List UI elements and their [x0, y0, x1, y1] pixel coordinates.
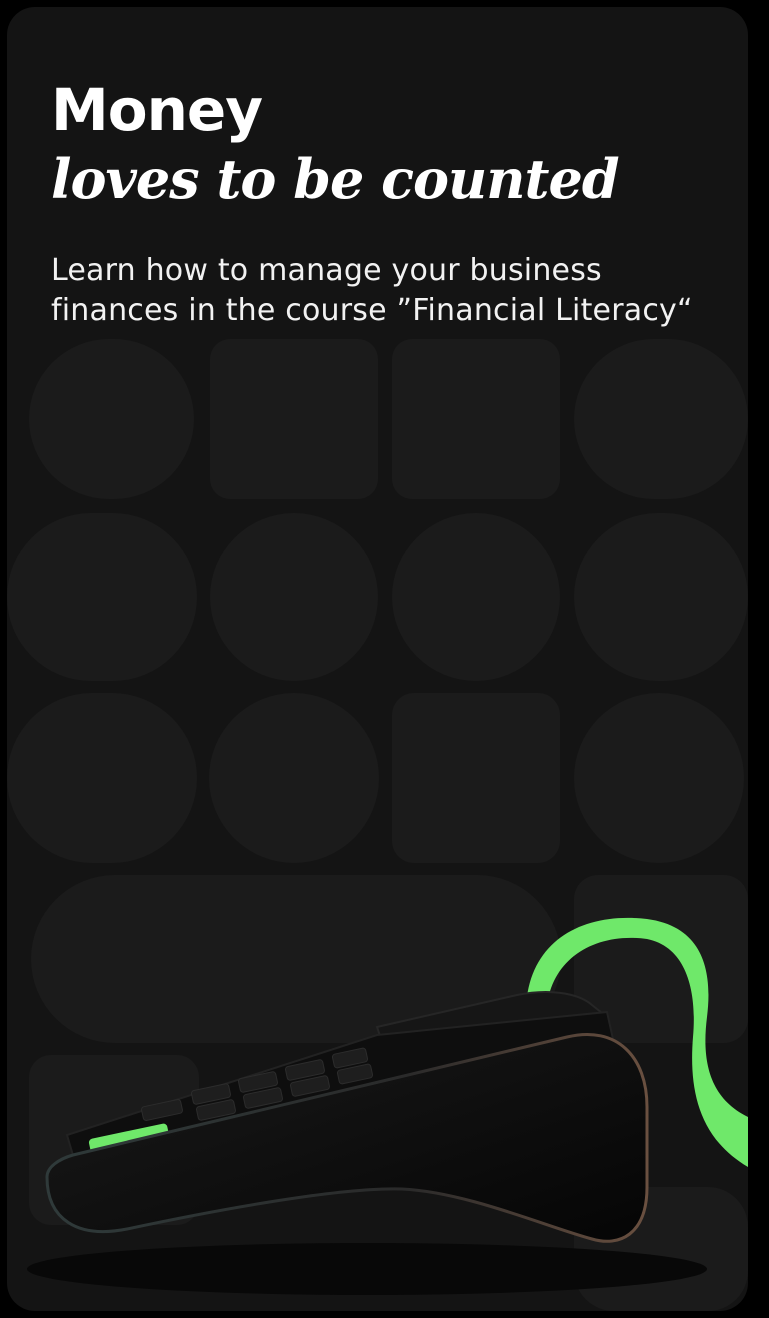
promo-card[interactable]: Money loves to be counted Learn how to m… — [7, 7, 748, 1311]
payment-terminal-icon — [27, 917, 748, 1295]
terminal-shadow — [27, 1243, 707, 1295]
